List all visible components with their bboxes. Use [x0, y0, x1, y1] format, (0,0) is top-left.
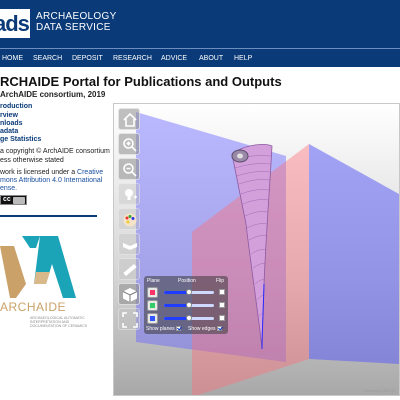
archaide-logo-teal-top — [22, 236, 40, 248]
plane-x-slider-knob[interactable] — [186, 289, 192, 295]
sidebar-divider — [0, 215, 97, 217]
page-subtitle: ArchAIDE consortium, 2019 — [0, 90, 106, 99]
plane-x-color-swatch — [150, 290, 155, 295]
plane-x-toggle[interactable] — [147, 287, 158, 298]
nav-deposit[interactable]: DEPOSIT — [72, 49, 103, 68]
plane-z-slider-knob[interactable] — [186, 315, 192, 321]
license-line3[interactable]: ense. — [0, 185, 17, 193]
cc-by-icon — [13, 197, 25, 204]
nav-home[interactable]: HOME — [2, 49, 23, 68]
plane-y-slider-knob[interactable] — [186, 302, 192, 308]
sidebar-link-overview[interactable]: rview — [0, 112, 18, 119]
license-link-creative[interactable]: Creative — [77, 169, 103, 176]
light-button[interactable] — [118, 183, 140, 205]
plane-x-flip-checkbox[interactable] — [219, 289, 225, 295]
plane-y-flip-checkbox[interactable] — [219, 302, 225, 308]
nav-research[interactable]: RESEARCH — [113, 49, 152, 68]
nav-search[interactable]: SEARCH — [33, 49, 62, 68]
archaide-logo-gold-left — [0, 246, 26, 298]
home-button[interactable] — [118, 108, 140, 130]
copyright-line2: ess otherwise stated — [0, 157, 64, 164]
3d-model-loop-hole — [237, 153, 243, 159]
plane-z-toggle[interactable] — [147, 313, 158, 324]
sections-panel: Plane Position Flip Show planes Show edg… — [144, 276, 228, 334]
archaide-logo-tagline: ARCHAEOLOGICAL AUTOMATIC INTERPRETATION … — [30, 316, 88, 328]
cc-badge-symbol: cc — [3, 196, 11, 203]
color-palette-button[interactable] — [118, 208, 140, 230]
archaide-logo-name: ARCHAIDE — [0, 300, 67, 314]
sections-col-flip: Flip — [216, 278, 225, 284]
plane-y-toggle[interactable] — [147, 300, 158, 311]
nav-help[interactable]: HELP — [234, 49, 252, 68]
measure-icon — [123, 263, 137, 277]
plane-y-color-swatch — [150, 303, 155, 308]
zoom-out-icon — [123, 163, 137, 177]
zoom-in-button[interactable] — [118, 133, 140, 155]
show-planes-checkbox[interactable] — [175, 326, 181, 331]
measure-button[interactable] — [118, 258, 140, 280]
color-palette-icon — [123, 213, 137, 227]
plane-y-position-slider[interactable] — [164, 302, 214, 308]
cc-license-badge[interactable]: cc — [0, 195, 27, 205]
ads-logo[interactable]: ads — [0, 9, 30, 38]
sections-col-plane: Plane — [147, 278, 160, 284]
plane-z-color-swatch — [150, 316, 155, 321]
archaide-logo-teal-a — [34, 236, 76, 298]
viewer-toolbar — [116, 106, 143, 330]
site-header: ads ARCHAEOLOGY DATA SERVICE — [0, 0, 400, 48]
section-row-x — [146, 287, 226, 298]
plane-x-position-slider[interactable] — [164, 289, 214, 295]
sidebar-link-introduction[interactable]: roduction — [0, 103, 32, 110]
show-edges-option[interactable]: Show edges — [188, 326, 222, 332]
zoom-out-button[interactable] — [118, 158, 140, 180]
powered-by-label: Powered by 3DHOP — [363, 389, 395, 393]
zoom-in-icon — [123, 138, 137, 152]
fullscreen-icon — [122, 312, 138, 328]
light-icon — [125, 189, 137, 200]
nav-advice[interactable]: ADVICE — [161, 49, 187, 68]
ads-logo-text: ads — [0, 11, 30, 36]
license-line1: work is licensed under a Creative — [0, 169, 103, 177]
sidebar-link-usage-statistics[interactable]: ge Statistics — [0, 136, 41, 143]
show-edges-label: Show edges — [188, 326, 216, 332]
archaide-logo-gold-bar — [34, 272, 50, 284]
show-edges-checkbox[interactable] — [216, 326, 222, 331]
section-plane-blue-right — [309, 144, 399, 364]
fullscreen-button[interactable] — [118, 308, 140, 330]
cube-icon — [122, 288, 138, 302]
plane-z-position-slider[interactable] — [164, 315, 214, 321]
copyright-line1: a copyright © ArchAIDE consortium — [0, 148, 110, 155]
site-name: ARCHAEOLOGY DATA SERVICE — [36, 11, 156, 33]
3d-viewer[interactable]: Plane Position Flip Show planes Show edg… — [113, 103, 400, 396]
3d-scene[interactable] — [114, 104, 400, 396]
sidebar-link-metadata[interactable]: adata — [0, 128, 18, 135]
main-nav: HOME SEARCH DEPOSIT RESEARCH ADVICE ABOU… — [0, 48, 400, 67]
sections-button[interactable] — [118, 283, 140, 305]
nav-about[interactable]: ABOUT — [199, 49, 223, 68]
sections-col-position: Position — [178, 278, 196, 284]
home-icon — [123, 112, 137, 127]
camera-icon — [123, 243, 137, 250]
show-planes-label: Show planes — [146, 326, 175, 332]
page: ads ARCHAEOLOGY DATA SERVICE HOME SEARCH… — [0, 0, 400, 400]
site-name-line2: DATA SERVICE — [36, 22, 111, 33]
show-planes-option[interactable]: Show planes — [146, 326, 181, 332]
license-line1-prefix: work is licensed under a — [0, 169, 78, 176]
section-row-y — [146, 300, 226, 311]
sidebar-link-downloads[interactable]: nloads — [0, 120, 23, 127]
license-line2[interactable]: mons Attribution 4.0 International — [0, 177, 102, 185]
section-row-z — [146, 313, 226, 324]
site-name-line1: ARCHAEOLOGY — [36, 11, 117, 22]
camera-button[interactable] — [118, 233, 140, 255]
plane-z-flip-checkbox[interactable] — [219, 315, 225, 321]
page-title: RCHAIDE Portal for Publications and Outp… — [0, 74, 282, 89]
